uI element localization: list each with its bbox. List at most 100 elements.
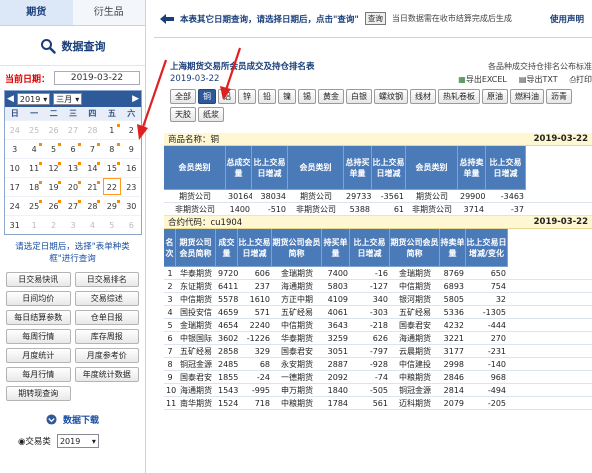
detail-cell: 9 [167,373,173,382]
calendar-day[interactable]: 10 [5,158,25,177]
summary-col-header: 总持买单量 [344,146,372,190]
calendar-day[interactable]: 3 [5,139,25,158]
product-chip[interactable]: 锌 [238,89,256,104]
calendar-day[interactable]: 6 [121,215,141,234]
weekday-label: 五 [107,109,116,118]
product-chip[interactable]: 线材 [410,89,436,104]
calendar-day[interactable]: 1 [102,120,122,139]
calendar-day[interactable]: 17 [5,177,25,196]
report-button[interactable]: 日交易排名 [74,272,139,287]
calendar-day[interactable]: 12 [43,158,64,177]
calendar-day[interactable]: 24 [5,196,25,215]
calendar-day[interactable]: 29 [102,196,122,215]
calendar-day[interactable]: 27 [63,196,83,215]
report-button[interactable]: 库存周报 [74,329,139,344]
calendar-day[interactable]: 25 [24,196,44,215]
product-chip[interactable]: 沥青 [546,89,572,104]
product-chip[interactable]: 黄金 [318,89,344,104]
product-chip[interactable]: 铝 [218,89,236,104]
month-select[interactable]: 三月 ▾ [53,93,83,105]
back-arrow-icon[interactable] [160,13,174,24]
calendar-day[interactable]: 27 [63,120,83,139]
declaration-link[interactable]: 使用声明 [550,13,584,25]
product-chip[interactable]: 纸浆 [198,107,224,122]
calendar-day[interactable]: 28 [82,120,103,139]
detail-cell: -1305 [482,308,506,317]
detail-cell: 1610 [249,295,270,304]
report-button[interactable]: 日交易快讯 [6,272,71,287]
ranking-standard-link[interactable]: 各品种成交持仓排名公布标准 [488,61,592,72]
product-chip[interactable]: 镍 [278,89,296,104]
calendar-day[interactable]: 7 [82,139,103,158]
next-month-icon[interactable]: ▶ [132,94,139,104]
export-excel-button[interactable]: ▦导出EXCEL [458,74,507,85]
detail-col-header: 期货公司会员简称 [176,229,216,267]
product-chip-selected[interactable]: 铜 [198,89,216,104]
calendar-day[interactable]: 11 [24,158,44,177]
calendar-day[interactable]: 26 [43,196,64,215]
product-chip[interactable]: 铅 [258,89,276,104]
tab-futures[interactable]: 期货 [0,0,73,25]
product-chip[interactable]: 天胶 [170,107,196,122]
product-chip[interactable]: 燃料油 [510,89,544,104]
calendar-day[interactable]: 31 [5,215,25,234]
calendar-day[interactable]: 15 [102,158,122,177]
calendar-day[interactable]: 19 [43,177,64,196]
prev-month-icon[interactable]: ◀ [7,94,14,104]
detail-cell: 7400 [327,269,348,278]
calendar-day[interactable]: 25 [24,120,44,139]
current-date-field[interactable]: 2019-03-22 [54,71,140,85]
report-button[interactable]: 期转现查询 [6,386,71,401]
calendar-day[interactable]: 21 [82,177,103,196]
product-chip[interactable]: 热轧卷板 [438,89,480,104]
query-button[interactable]: 查询 [364,12,386,25]
detail-cell: 5578 [218,295,238,304]
product-chip[interactable]: 螺纹钢 [374,89,408,104]
tab-derivatives[interactable]: 衍生品 [72,0,145,25]
calendar-day[interactable]: 18 [24,177,44,196]
calendar-day[interactable]: 13 [63,158,83,177]
report-button[interactable]: 每周行情 [6,329,71,344]
report-button[interactable]: 仓单日报 [74,310,139,325]
calendar-day[interactable]: 4 [24,139,44,158]
detail-cell: 3643 [327,321,348,330]
report-button[interactable]: 每月行情 [6,367,71,382]
year-select[interactable]: 2019 ▾ [16,93,51,105]
report-button[interactable]: 月度参考价 [74,348,139,363]
calendar-day[interactable]: 2 [121,120,141,139]
calendar-day[interactable]: 26 [43,120,64,139]
report-button[interactable]: 每日结算参数 [6,310,71,325]
report-button[interactable]: 交易综述 [74,291,139,306]
calendar-day[interactable]: 1 [24,215,44,234]
calendar-day[interactable]: 4 [82,215,103,234]
calendar-day[interactable]: 8 [102,139,122,158]
calendar-day[interactable]: 5 [102,215,122,234]
summary-col-header: 比上交易日增减 [486,146,526,190]
report-button[interactable]: 日间均价 [6,291,71,306]
calendar-day[interactable]: 14 [82,158,103,177]
report-button[interactable]: 年度统计数据 [74,367,139,382]
calendar-day[interactable]: 2 [43,215,64,234]
print-button[interactable]: ⎙打印 [570,74,592,85]
download-year-select[interactable]: 2019 ▾ [56,434,99,448]
calendar-day[interactable]: 20 [63,177,83,196]
summary-cell: -3561 [380,192,404,201]
calendar-day[interactable]: 3 [63,215,83,234]
report-button[interactable]: 月度统计 [6,348,71,363]
calendar-day[interactable]: 23 [121,177,141,196]
calendar-day-selected[interactable]: 22 [102,177,122,196]
calendar-day[interactable]: 9 [121,139,141,158]
product-chip[interactable]: 锡 [298,89,316,104]
calendar-day[interactable]: 6 [63,139,83,158]
calendar-day[interactable]: 16 [121,158,141,177]
product-chip[interactable]: 全部 [170,89,196,104]
detail-cell: 6411 [218,282,238,291]
calendar-day[interactable]: 28 [82,196,103,215]
product-chip[interactable]: 白银 [346,89,372,104]
calendar-day[interactable]: 5 [43,139,64,158]
calendar-day[interactable]: 24 [5,120,25,139]
product-chip[interactable]: 原油 [482,89,508,104]
export-txt-button[interactable]: ▤导出TXT [519,74,558,85]
calendar-day[interactable]: 30 [121,196,141,215]
trade-radio[interactable]: ◉交易类 [18,435,51,447]
